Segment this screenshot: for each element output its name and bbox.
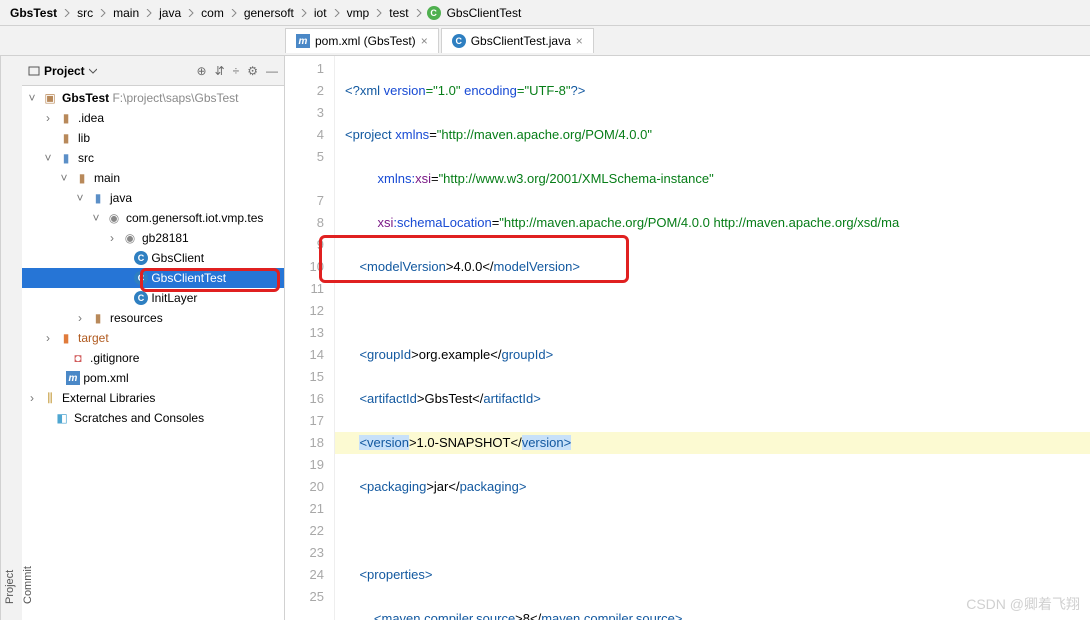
gear-icon[interactable]: ⚙ [247, 64, 258, 78]
java-class-icon: C [452, 34, 466, 48]
tab-gbsclienttest[interactable]: C GbsClientTest.java × [441, 28, 594, 53]
breadcrumb: GbsTest src main java com genersoft iot … [0, 0, 1090, 26]
expand-all-icon[interactable]: ⇵ [215, 64, 225, 78]
class-icon: C [427, 6, 441, 20]
folder-icon: ▮ [58, 111, 74, 125]
java-class-icon: C [134, 291, 148, 305]
tab-pom-label: pom.xml (GbsTest) [315, 34, 416, 48]
bc-sep [59, 9, 75, 17]
tree-src[interactable]: ˅▮src [22, 148, 284, 168]
select-opened-icon[interactable]: ⊕ [197, 64, 207, 78]
bc-genersoft[interactable]: genersoft [242, 6, 296, 20]
tree-java[interactable]: ˅▮java [22, 188, 284, 208]
bc-java[interactable]: java [157, 6, 183, 20]
code-editor[interactable]: 1234578910111213141516171819202122232425… [285, 56, 1090, 620]
scratches-icon: ◧ [54, 411, 70, 425]
tab-gbs-label: GbsClientTest.java [471, 34, 571, 48]
folder-icon: ▮ [58, 151, 74, 165]
java-class-icon: C [134, 271, 148, 285]
line-gutter: 1234578910111213141516171819202122232425 [285, 56, 335, 620]
tree-scratches[interactable]: ◧Scratches and Consoles [22, 408, 284, 428]
project-tree[interactable]: ˅▣GbsTest F:\project\saps\GbsTest ›▮.ide… [22, 86, 284, 620]
collapse-icon[interactable]: ÷ [233, 64, 240, 78]
folder-icon: ▮ [58, 131, 74, 145]
folder-icon: ▮ [74, 171, 90, 185]
java-class-icon: C [134, 251, 148, 265]
bc-class[interactable]: GbsClientTest [445, 6, 524, 20]
tree-idea[interactable]: ›▮.idea [22, 108, 284, 128]
tree-gitignore[interactable]: ◘.gitignore [22, 348, 284, 368]
tree-external-libraries[interactable]: ›⫼External Libraries [22, 388, 284, 408]
sidebar-commit-btn[interactable]: Commit [19, 56, 37, 612]
tree-root[interactable]: ˅▣GbsTest F:\project\saps\GbsTest [22, 88, 284, 108]
folder-icon: ▣ [42, 91, 58, 105]
package-icon: ◉ [122, 231, 138, 245]
folder-icon: ▮ [58, 331, 74, 345]
editor-tabs: m pom.xml (GbsTest) × C GbsClientTest.ja… [0, 26, 1090, 56]
left-toolbar: Project Commit [0, 56, 22, 620]
tab-pom[interactable]: m pom.xml (GbsTest) × [285, 28, 439, 53]
bc-vmp[interactable]: vmp [345, 6, 372, 20]
maven-icon: m [296, 34, 310, 48]
bc-root[interactable]: GbsTest [8, 6, 59, 20]
chevron-down-icon [89, 67, 97, 75]
project-panel: Project ⊕ ⇵ ÷ ⚙ — ˅▣GbsTest F:\project\s… [22, 56, 285, 620]
tree-gbsclient[interactable]: C GbsClient [22, 248, 284, 268]
package-icon: ◉ [106, 211, 122, 225]
sidebar-project-btn[interactable]: Project [1, 56, 19, 612]
tree-pom[interactable]: m pom.xml [22, 368, 284, 388]
tree-gbsclienttest[interactable]: C GbsClientTest [22, 268, 284, 288]
maven-icon: m [66, 371, 80, 385]
folder-icon: ▮ [90, 191, 106, 205]
close-icon[interactable]: × [576, 34, 583, 48]
tree-gb28181[interactable]: ›◉gb28181 [22, 228, 284, 248]
tree-initlayer[interactable]: C InitLayer [22, 288, 284, 308]
project-panel-title[interactable]: Project [28, 64, 97, 78]
bc-main[interactable]: main [111, 6, 141, 20]
tree-main[interactable]: ˅▮main [22, 168, 284, 188]
tree-package[interactable]: ˅◉com.genersoft.iot.vmp.tes [22, 208, 284, 228]
bc-iot[interactable]: iot [312, 6, 329, 20]
project-panel-header: Project ⊕ ⇵ ÷ ⚙ — [22, 56, 284, 86]
bc-src[interactable]: src [75, 6, 95, 20]
close-icon[interactable]: × [421, 34, 428, 48]
code-area[interactable]: <?xml version="1.0" encoding="UTF-8"?> <… [335, 56, 1090, 620]
tree-target[interactable]: ›▮target [22, 328, 284, 348]
hide-icon[interactable]: — [266, 64, 278, 78]
bc-com[interactable]: com [199, 6, 226, 20]
bc-test[interactable]: test [387, 6, 410, 20]
file-icon: ◘ [70, 351, 86, 365]
library-icon: ⫼ [42, 391, 58, 406]
tree-lib[interactable]: ▮lib [22, 128, 284, 148]
folder-icon: ▮ [90, 311, 106, 325]
tree-resources[interactable]: ›▮resources [22, 308, 284, 328]
